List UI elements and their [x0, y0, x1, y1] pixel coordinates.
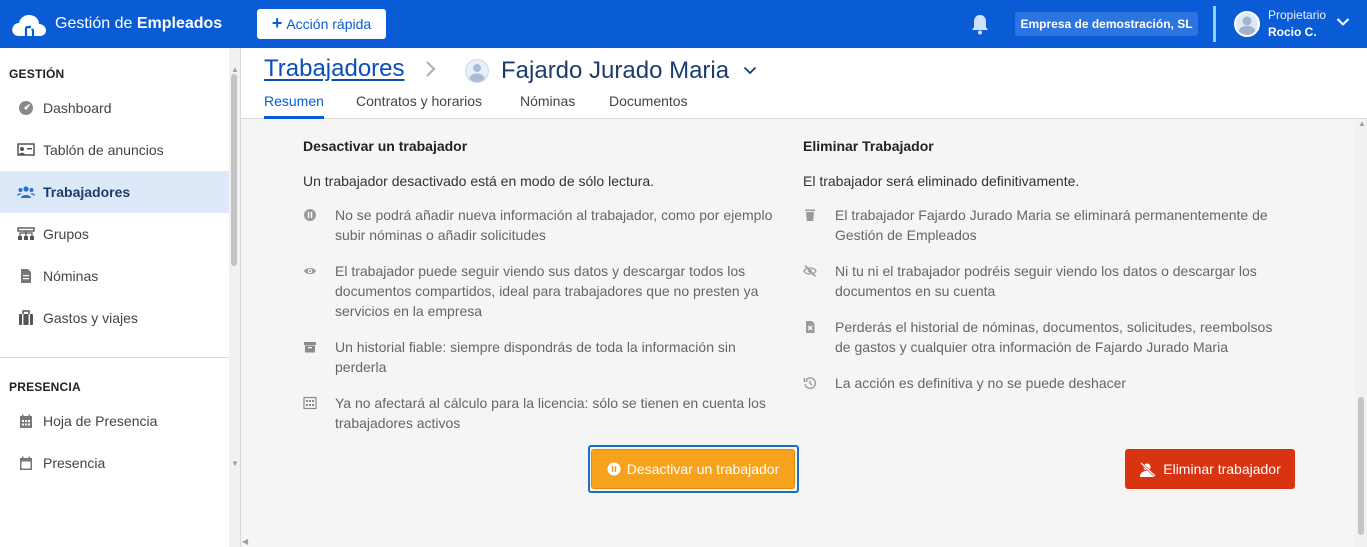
sidebar-item-presencia[interactable]: Presencia: [0, 442, 229, 484]
briefcase-icon: [17, 309, 35, 327]
breadcrumb-trabajadores-link[interactable]: Trabajadores: [264, 55, 405, 83]
delete-bullet-text: La acción es definitiva y no se puede de…: [835, 375, 1127, 391]
scroll-up-arrow-icon[interactable]: ▲: [1358, 119, 1366, 128]
delete-bullet-text: El trabajador Fajardo Jurado Maria se el…: [835, 207, 1268, 243]
pause-circle-icon: [607, 462, 621, 476]
file-delete-icon: [806, 321, 815, 333]
sidebar-item-label: Nóminas: [43, 268, 99, 284]
deactivate-bullet-text: Un historial fiable: siempre dispondrás …: [335, 339, 736, 375]
deactivate-bullet-text: El trabajador puede seguir viendo sus da…: [335, 263, 759, 319]
sidebar-item-hoja-presencia[interactable]: Hoja de Presencia: [0, 400, 229, 442]
main-scroll-thumb[interactable]: [1358, 397, 1364, 535]
user-avatar-icon: [1238, 16, 1256, 35]
calendar-grid-icon: [17, 412, 35, 430]
trash-icon: [805, 209, 815, 221]
deactivate-bullet-text: No se podrá añadir nueva información al …: [335, 207, 773, 243]
eye-slash-icon: [803, 264, 817, 278]
eye-icon: [304, 268, 316, 274]
app-title-bold: Empleados: [136, 15, 223, 32]
page-header: Trabajadores Fajardo Jurado Maria Resume…: [241, 48, 1367, 119]
user-name[interactable]: Rocio C.: [1268, 25, 1317, 39]
employee-name[interactable]: Fajardo Jurado Maria: [501, 57, 729, 85]
deactivate-bullet-text: Ya no afectará al cálculo para la licenc…: [335, 395, 766, 431]
cloud-logo-icon[interactable]: [10, 12, 48, 38]
payslip-document-icon: [17, 267, 35, 285]
sidebar-scrollbar[interactable]: ▲ ▼: [229, 48, 240, 547]
calendar-icon: [17, 454, 35, 472]
delete-button-label: Eliminar trabajador: [1163, 461, 1281, 477]
main-scrollbar[interactable]: ▲: [1355, 119, 1367, 547]
sidebar-section-presencia: PRESENCIA: [9, 380, 81, 394]
delete-bullet-text: Perderás el historial de nóminas, docume…: [835, 319, 1273, 355]
chevron-down-icon[interactable]: [743, 66, 757, 75]
quick-action-button[interactable]: + Acción rápida: [257, 9, 386, 39]
sidebar-item-label: Dashboard: [43, 100, 112, 116]
scroll-up-arrow-icon[interactable]: ▲: [231, 65, 239, 74]
topbar-divider: [1213, 6, 1216, 42]
delete-worker-button[interactable]: Eliminar trabajador: [1125, 449, 1295, 489]
quick-action-label: Acción rápida: [286, 16, 372, 32]
company-selector[interactable]: Empresa de demostración, SL: [1015, 12, 1198, 36]
dashboard-gauge-icon: [17, 99, 35, 117]
sidebar-item-nominas[interactable]: Nóminas: [0, 255, 229, 297]
deactivate-button-label: Desactivar un trabajador: [626, 461, 780, 477]
sidebar-item-label: Presencia: [43, 455, 106, 471]
sidebar-item-gastos[interactable]: Gastos y viajes: [0, 297, 229, 339]
sidebar-item-dashboard[interactable]: Dashboard: [0, 87, 229, 129]
scroll-left-arrow-icon[interactable]: ◀: [242, 537, 248, 546]
tab-nominas[interactable]: Nóminas: [520, 93, 575, 119]
deactivate-subtitle: Un trabajador desactivado está en modo d…: [303, 173, 654, 189]
sidebar-scroll-thumb[interactable]: [231, 74, 237, 266]
delete-title: Eliminar Trabajador: [803, 138, 934, 154]
sidebar-item-tablon[interactable]: Tablón de anuncios: [0, 129, 229, 171]
archive-icon: [304, 342, 316, 353]
bell-icon[interactable]: [970, 13, 990, 35]
sidebar-item-trabajadores[interactable]: Trabajadores: [0, 171, 229, 213]
user-role: Propietario: [1268, 8, 1327, 22]
sidebar-item-label: Hoja de Presencia: [43, 413, 158, 429]
sidebar: GESTIÓN Dashboard Tablón de anuncios Tra…: [0, 48, 241, 547]
top-bar: Gestión de Empleados + Acción rápida Emp…: [0, 0, 1367, 48]
calculator-icon: [303, 396, 317, 410]
tab-resumen[interactable]: Resumen: [264, 93, 324, 119]
scroll-down-arrow-icon[interactable]: ▼: [231, 459, 239, 468]
app-title-prefix: Gestión de: [55, 15, 137, 32]
users-icon: [17, 183, 35, 201]
groups-icon: [17, 225, 35, 243]
tab-documentos[interactable]: Documentos: [609, 93, 688, 119]
delete-subtitle: El trabajador será eliminado definitivam…: [803, 173, 1080, 189]
chevron-down-icon[interactable]: [1336, 17, 1350, 27]
pause-icon: [304, 209, 316, 221]
announcement-board-icon: [17, 141, 35, 159]
sidebar-item-label: Trabajadores: [43, 184, 131, 200]
chevron-right-icon: [426, 61, 436, 77]
sidebar-item-label: Grupos: [43, 226, 89, 242]
sidebar-divider: [0, 357, 229, 358]
tab-contratos-horarios[interactable]: Contratos y horarios: [356, 93, 482, 119]
sidebar-item-grupos[interactable]: Grupos: [0, 213, 229, 255]
user-remove-icon: [1140, 461, 1157, 477]
deactivate-worker-button[interactable]: Desactivar un trabajador: [591, 449, 795, 489]
sidebar-section-gestion: GESTIÓN: [9, 67, 65, 81]
employee-avatar-icon: [469, 64, 485, 82]
deactivate-title: Desactivar un trabajador: [303, 138, 468, 154]
sidebar-item-label: Tablón de anuncios: [43, 142, 164, 158]
delete-bullet-text: Ni tu ni el trabajador podréis seguir vi…: [835, 263, 1257, 299]
employee-avatar: [465, 59, 489, 83]
user-avatar[interactable]: [1234, 11, 1260, 37]
sidebar-item-label: Gastos y viajes: [43, 310, 138, 326]
plus-icon: +: [271, 13, 283, 33]
app-title[interactable]: Gestión de Empleados: [55, 15, 222, 33]
history-icon: [803, 377, 817, 390]
